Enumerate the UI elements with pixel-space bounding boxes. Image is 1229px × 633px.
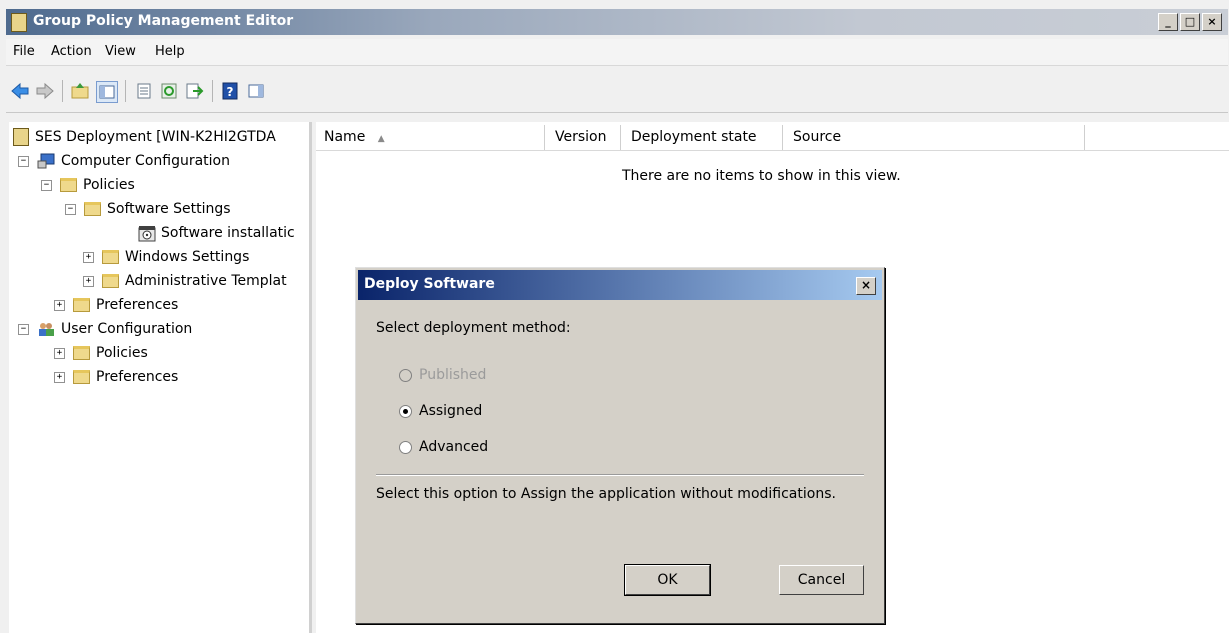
properties-icon[interactable] <box>134 81 154 101</box>
menu-action[interactable]: Action <box>51 44 92 59</box>
deployment-method-prompt: Select deployment method: <box>376 320 571 336</box>
console-tree[interactable]: SES Deployment [WIN-K2HI2GTDA − Computer… <box>9 122 312 633</box>
column-source-label: Source <box>793 129 842 145</box>
radio-label: Published <box>419 367 487 383</box>
tree-item-computer-configuration[interactable]: − Computer Configuration <box>18 150 230 172</box>
forward-icon[interactable] <box>35 81 55 101</box>
tree-item-label: Preferences <box>96 369 179 385</box>
toolbar-separator <box>62 80 63 102</box>
tree-item-software-installation[interactable]: Software installatic <box>138 222 295 244</box>
help-icon[interactable]: ? <box>220 81 240 101</box>
tree-item-label: Administrative Templat <box>125 273 287 289</box>
dialog-close-button[interactable]: × <box>856 277 876 295</box>
window-title: Group Policy Management Editor <box>33 13 294 29</box>
radio-assigned[interactable]: Assigned <box>399 403 482 419</box>
menu-file[interactable]: File <box>13 44 35 59</box>
folder-icon <box>60 178 77 192</box>
collapse-icon[interactable]: − <box>41 179 52 191</box>
cancel-button[interactable]: Cancel <box>779 565 864 595</box>
expand-icon[interactable]: + <box>54 347 65 359</box>
column-source[interactable]: Source <box>783 125 1085 150</box>
tree-item-label: User Configuration <box>61 321 193 337</box>
expand-icon[interactable]: + <box>54 371 65 383</box>
column-version[interactable]: Version <box>545 125 621 150</box>
back-icon[interactable] <box>10 81 30 101</box>
empty-list-message: There are no items to show in this view. <box>622 168 901 184</box>
option-description: Select this option to Assign the applica… <box>376 486 836 502</box>
toolbar-separator <box>125 80 126 102</box>
column-name-label: Name <box>324 129 366 145</box>
folder-icon <box>73 346 90 360</box>
list-header: Name ▲ Version Deployment state Source <box>316 122 1229 151</box>
maximize-button[interactable]: □ <box>1180 13 1200 31</box>
folder-icon <box>84 202 101 216</box>
tree-item-label: Software installatic <box>161 225 295 241</box>
tree-item-label: Computer Configuration <box>61 153 230 169</box>
tree-item-label: Policies <box>96 345 148 361</box>
tree-item-user-policies[interactable]: + Policies <box>54 342 148 364</box>
radio-button[interactable] <box>399 404 412 418</box>
title-bar: Group Policy Management Editor _ □ × <box>6 9 1228 35</box>
dialog-title: Deploy Software <box>364 276 495 292</box>
tree-item-windows-settings[interactable]: + Windows Settings <box>83 246 249 268</box>
expand-icon[interactable]: + <box>83 251 94 263</box>
collapse-icon[interactable]: − <box>18 323 29 335</box>
tree-item-label: Software Settings <box>107 201 231 217</box>
show-hide-tree-icon[interactable] <box>96 81 118 103</box>
tree-item-policies[interactable]: − Policies <box>41 174 135 196</box>
deploy-software-dialog: Deploy Software × Select deployment meth… <box>355 267 885 624</box>
folder-icon <box>102 250 119 264</box>
users-icon <box>39 323 54 336</box>
column-version-label: Version <box>555 129 607 145</box>
gpme-window: Group Policy Management Editor _ □ × Fil… <box>0 0 1229 633</box>
gpme-app-icon <box>11 13 27 32</box>
folder-icon <box>73 298 90 312</box>
column-deployment-state-label: Deployment state <box>631 129 757 145</box>
collapse-icon[interactable]: − <box>65 203 76 215</box>
tree-root[interactable]: SES Deployment [WIN-K2HI2GTDA <box>13 126 276 148</box>
toolbar: ? <box>6 72 1228 113</box>
sort-ascending-icon: ▲ <box>377 134 385 144</box>
column-deployment-state[interactable]: Deployment state <box>621 125 783 150</box>
radio-button[interactable] <box>399 368 412 382</box>
gpo-icon <box>13 128 29 146</box>
show-hide-action-pane-icon[interactable] <box>246 81 266 101</box>
radio-published[interactable]: Published <box>399 367 486 383</box>
refresh-icon[interactable] <box>159 81 179 101</box>
menu-view[interactable]: View <box>105 44 136 59</box>
tree-item-software-settings[interactable]: − Software Settings <box>65 198 231 220</box>
toolbar-separator <box>212 80 213 102</box>
up-folder-icon[interactable] <box>70 81 90 101</box>
dialog-separator <box>376 474 864 476</box>
folder-icon <box>102 274 119 288</box>
folder-icon <box>73 370 90 384</box>
radio-button[interactable] <box>399 440 412 454</box>
computer-icon <box>37 153 55 169</box>
software-installation-icon <box>138 225 156 241</box>
ok-button[interactable]: OK <box>624 564 711 596</box>
dialog-title-bar: Deploy Software × <box>358 270 882 300</box>
tree-item-label: Policies <box>83 177 135 193</box>
expand-icon[interactable]: + <box>83 275 94 287</box>
tree-root-label: SES Deployment [WIN-K2HI2GTDA <box>35 129 276 145</box>
radio-label: Assigned <box>419 403 483 419</box>
radio-advanced[interactable]: Advanced <box>399 439 488 455</box>
tree-item-preferences[interactable]: + Preferences <box>54 294 178 316</box>
minimize-button[interactable]: _ <box>1158 13 1178 31</box>
close-window-button[interactable]: × <box>1202 13 1222 31</box>
menu-help[interactable]: Help <box>155 44 185 59</box>
tree-item-user-configuration[interactable]: − User Configuration <box>18 318 192 340</box>
collapse-icon[interactable]: − <box>18 155 29 167</box>
radio-label: Advanced <box>419 439 489 455</box>
tree-item-administrative-templates[interactable]: + Administrative Templat <box>83 270 287 292</box>
tree-item-label: Windows Settings <box>125 249 250 265</box>
expand-icon[interactable]: + <box>54 299 65 311</box>
svg-text:?: ? <box>227 85 234 99</box>
tree-item-user-preferences[interactable]: + Preferences <box>54 366 178 388</box>
tree-item-label: Preferences <box>96 297 179 313</box>
column-name[interactable]: Name ▲ <box>316 125 545 150</box>
menu-bar: File Action View Help <box>6 39 1228 66</box>
export-list-icon[interactable] <box>184 81 204 101</box>
